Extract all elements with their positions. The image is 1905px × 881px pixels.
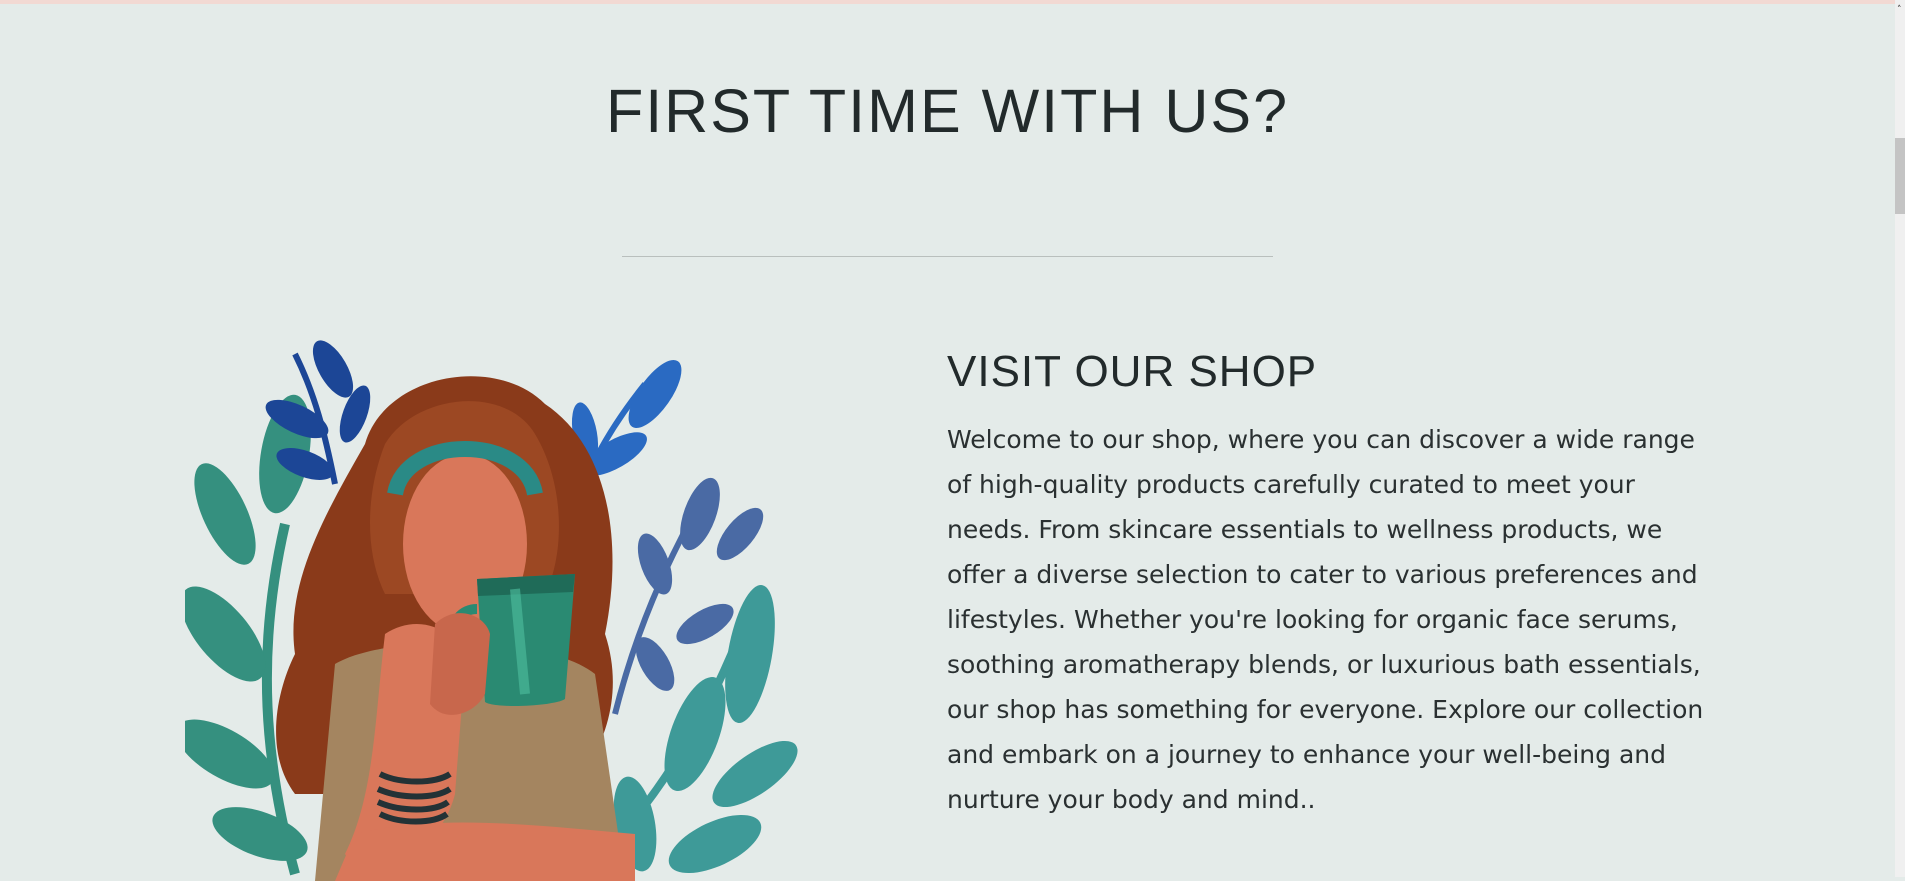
page-content: FIRST TIME WITH US? VISIT OUR SHOP Welco… <box>0 4 1895 881</box>
shop-description: Welcome to our shop, where you can disco… <box>947 425 1704 814</box>
scroll-up-arrow-icon[interactable]: ˄ <box>1897 6 1904 15</box>
shop-section-title: VISIT OUR SHOP <box>947 347 1318 396</box>
heading-divider <box>622 256 1273 257</box>
vertical-scrollbar[interactable]: ˄ <box>1895 0 1905 877</box>
scrollbar-thumb[interactable] <box>1895 138 1905 214</box>
woman-drinking-coffee-illustration <box>185 340 798 881</box>
section-heading: FIRST TIME WITH US? <box>605 77 1290 145</box>
hand <box>430 613 490 715</box>
